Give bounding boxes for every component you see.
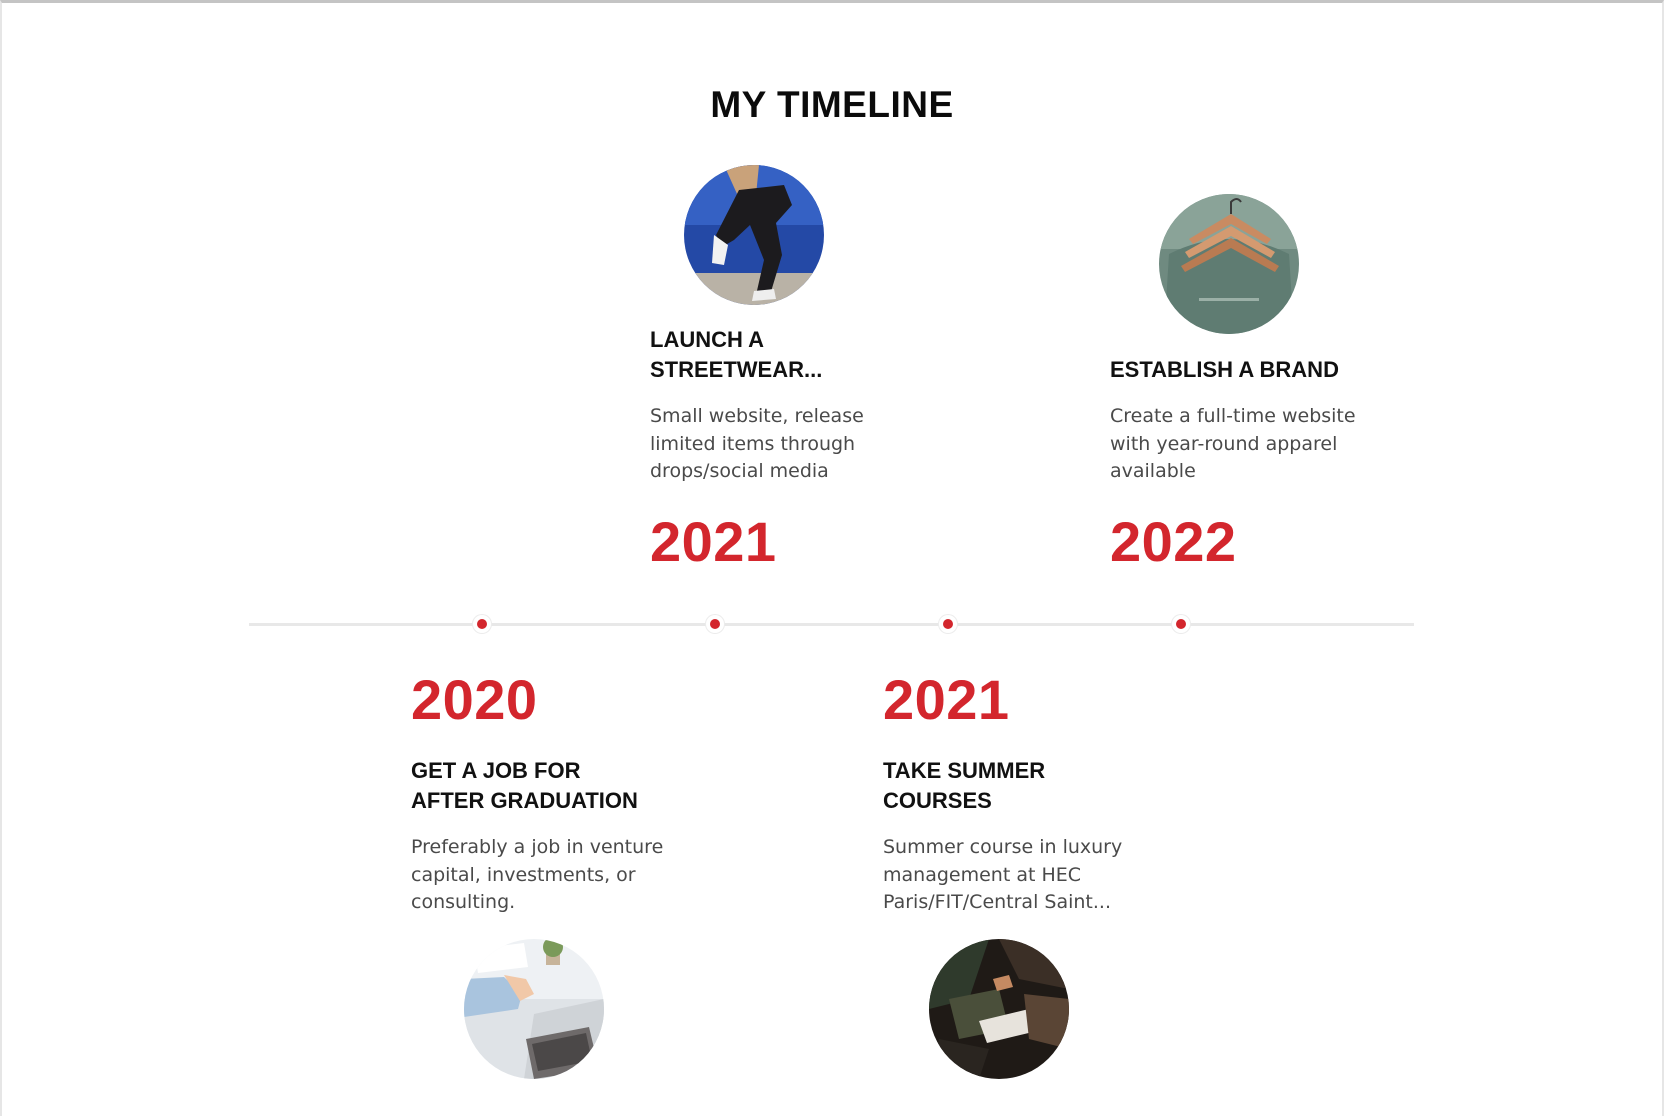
entry-title-line: LAUNCH A [650,327,765,352]
laptop-desk-photo [464,939,604,1079]
entry-description: Preferably a job in venture capital, inv… [411,834,691,917]
timeline-entry-2021-launch: LAUNCH A STREETWEAR... Small website, re… [650,325,910,572]
timeline-marker [706,615,724,633]
entry-desc-line: Preferably a job in venture [411,836,664,858]
classroom-notes-photo [929,939,1069,1079]
streetwear-sneakers-photo [684,165,824,305]
entry-year: 2022 [1110,509,1237,573]
entry-description: Small website, release limited items thr… [650,403,910,486]
timeline-marker [473,615,491,633]
entry-description: Summer course in luxury management at HE… [883,834,1163,917]
entry-title-line: AFTER GRADUATION [411,788,638,813]
entry-desc-line: available [1110,460,1196,482]
entry-year: 2021 [883,668,1010,731]
clothes-hangers-photo [1159,194,1299,334]
entry-desc-line: Paris/FIT/Central Saint... [883,891,1111,913]
entry-desc-line: limited items through [650,432,856,455]
entry-title-line: STREETWEAR... [650,357,823,382]
timeline-marker [939,615,957,633]
entry-desc-line: Summer course in luxury [883,836,1123,858]
entry-desc-line: Create a full-time website [1110,405,1356,427]
entry-title-line: GET A JOB FOR [411,758,581,783]
entry-desc-line: with year-round apparel [1110,432,1338,455]
timeline-entry-2020-job: 2020 GET A JOB FOR AFTER GRADUATION Pref… [411,670,691,917]
entry-year: 2021 [650,509,777,573]
page-title: MY TIMELINE [710,84,954,125]
entry-year: 2020 [411,668,538,731]
entry-title: GET A JOB FOR AFTER GRADUATION [411,756,691,816]
timeline-entry-2021-courses: 2021 TAKE SUMMER COURSES Summer course i… [883,670,1163,917]
entry-title: TAKE SUMMER COURSES [883,756,1163,816]
entry-desc-line: drops/social media [650,460,829,482]
entry-description: Create a full-time website with year-rou… [1110,403,1390,486]
entry-desc-line: capital, investments, or [411,863,636,886]
timeline-marker [1172,615,1190,633]
entry-title-line: TAKE SUMMER [883,758,1046,783]
entry-title: LAUNCH A STREETWEAR... [650,325,910,385]
timeline-axis [249,623,1414,626]
entry-desc-line: management at HEC [883,863,1082,886]
entry-title-line: COURSES [883,788,992,813]
entry-title: ESTABLISH A BRAND [1110,357,1339,382]
entry-desc-line: consulting. [411,891,516,913]
timeline-entry-2022-brand: ESTABLISH A BRAND Create a full-time web… [1110,355,1390,572]
entry-desc-line: Small website, release [650,405,864,427]
